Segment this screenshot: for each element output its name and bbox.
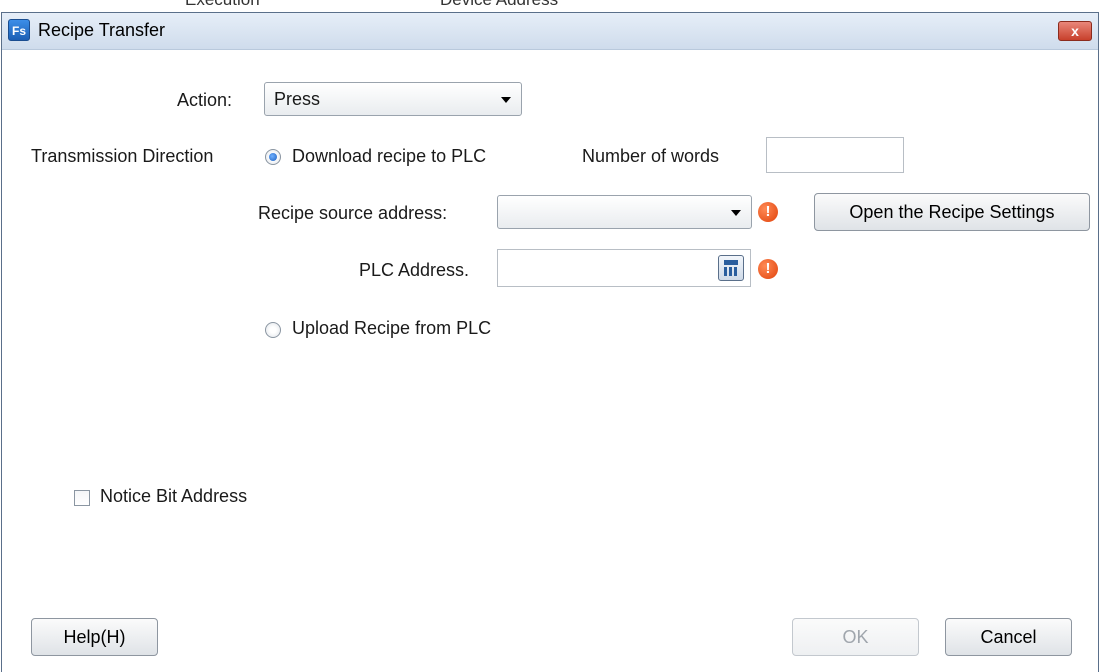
action-label: Action: [177, 90, 233, 110]
chevron-down-icon [731, 210, 741, 216]
close-button[interactable]: x [1058, 21, 1092, 41]
cancel-button[interactable]: Cancel [945, 618, 1072, 656]
chevron-down-icon [501, 97, 511, 103]
upload-label[interactable]: Upload Recipe from PLC [292, 318, 491, 339]
action-value: Press [274, 89, 321, 109]
download-label[interactable]: Download recipe to PLC [292, 146, 486, 167]
app-icon: Fs [8, 19, 30, 41]
recipe-source-label: Recipe source address: [258, 203, 448, 223]
recipe-source-dropdown[interactable] [497, 195, 752, 229]
number-of-words-field[interactable] [766, 137, 904, 173]
action-dropdown[interactable]: Press [264, 82, 522, 116]
plc-address-field[interactable] [497, 249, 751, 287]
calculator-icon[interactable] [718, 255, 744, 281]
help-button[interactable]: Help(H) [31, 618, 158, 656]
background-text-execution: Execution [185, 0, 260, 10]
warning-icon: ! [758, 259, 778, 279]
title-bar[interactable]: Fs Recipe Transfer x [2, 13, 1098, 50]
window-title: Recipe Transfer [38, 20, 166, 40]
number-of-words-label: Number of words [582, 146, 720, 166]
background-text-device-address: Device Address [440, 0, 558, 10]
background-window-strip: Execution Device Address [0, 0, 1102, 12]
plc-address-label: PLC Address. [359, 260, 470, 280]
download-radio[interactable] [265, 149, 281, 165]
notice-bit-label[interactable]: Notice Bit Address [100, 486, 247, 507]
upload-radio[interactable] [265, 322, 281, 338]
open-recipe-settings-button[interactable]: Open the Recipe Settings [814, 193, 1090, 231]
ok-button[interactable]: OK [792, 618, 919, 656]
transmission-direction-label: Transmission Direction [31, 146, 214, 166]
notice-bit-checkbox[interactable] [74, 490, 90, 506]
recipe-transfer-dialog: Fs Recipe Transfer x Action: Press Trans… [1, 12, 1099, 672]
warning-icon: ! [758, 202, 778, 222]
